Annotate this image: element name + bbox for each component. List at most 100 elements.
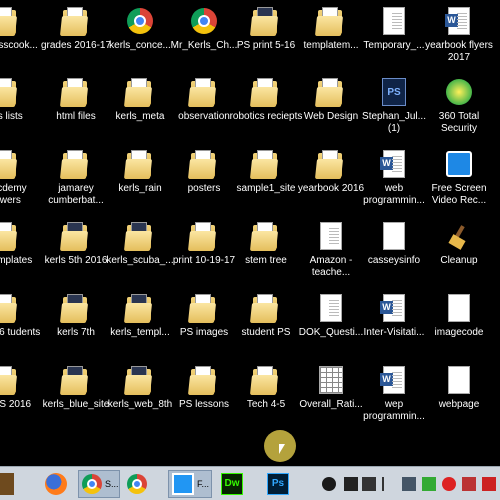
icon-label: all 2016 tudents bbox=[0, 327, 41, 338]
screen-recorder-icon bbox=[444, 149, 474, 179]
desktop-icon-stem-tree[interactable]: stem tree bbox=[229, 219, 303, 287]
word-document-icon: W bbox=[379, 149, 409, 179]
folder-icon bbox=[123, 77, 155, 107]
blank-document-icon bbox=[444, 365, 474, 395]
spreadsheet-icon bbox=[316, 365, 346, 395]
desktop-icon-wep-programming[interactable]: W wep programmin... bbox=[357, 363, 431, 431]
blank-document-icon bbox=[379, 221, 409, 251]
desktop-icon-kerls-conce[interactable]: kerls_conce... bbox=[103, 4, 177, 72]
folder-icon bbox=[187, 293, 219, 323]
icon-label: jamarey cumberbat... bbox=[48, 183, 104, 206]
desktop-icon-student-ps[interactable]: student PS bbox=[229, 291, 303, 359]
screen-capture-icon bbox=[172, 473, 194, 495]
desktop-icon-robotics-reciepts[interactable]: robotics reciepts bbox=[229, 75, 303, 143]
desktop-icon-ps-print[interactable]: PS print 5-16 bbox=[229, 4, 303, 72]
icon-label: web programmin... bbox=[363, 183, 425, 206]
desktop-icon-sample1-site[interactable]: sample1_site bbox=[229, 147, 303, 215]
desktop-icon-kerls-blue-site[interactable]: kerls_blue_site bbox=[39, 363, 113, 431]
photoshop-icon: Ps bbox=[267, 473, 289, 495]
icon-label: yearbook flyers 2017 bbox=[425, 40, 493, 63]
icon-label: stem tree bbox=[245, 255, 287, 266]
desktop: caseysscook... grades 2016-17 kerls_conc… bbox=[0, 0, 500, 466]
desktop-icon-fall-2016-students[interactable]: all 2016 tudents bbox=[0, 291, 42, 359]
desktop-icon-academy-answers[interactable]: e acdemy nswers bbox=[0, 147, 42, 215]
icon-label: kerls_blue_site bbox=[42, 399, 110, 410]
pause-icon[interactable] bbox=[344, 477, 358, 491]
desktop-icon-kerls-web-8th[interactable]: kerls_web_8th bbox=[103, 363, 177, 431]
desktop-icon-html-files[interactable]: html files bbox=[39, 75, 113, 143]
desktop-icon-inter-visitati[interactable]: W Inter-Visitati... bbox=[357, 291, 431, 359]
firefox-icon bbox=[45, 473, 67, 495]
taskbar-screen-capture-app[interactable]: F... bbox=[168, 470, 212, 498]
desktop-icon-tech-4-5[interactable]: Tech 4-5 bbox=[229, 363, 303, 431]
icon-label: ADES 2016 bbox=[0, 399, 32, 410]
desktop-icon-caseysscook[interactable]: caseysscook... bbox=[0, 4, 42, 72]
folder-icon bbox=[59, 77, 91, 107]
record-icon[interactable] bbox=[442, 477, 456, 491]
desktop-icon-kerls-meta[interactable]: kerls_meta bbox=[103, 75, 177, 143]
desktop-icon-temporary[interactable]: Temporary_... bbox=[357, 4, 431, 72]
desktop-icon-yearbook-flyers[interactable]: W yearbook flyers 2017 bbox=[422, 4, 496, 72]
folder-icon bbox=[59, 293, 91, 323]
folder-icon bbox=[0, 77, 20, 107]
mouse-pointer-icon bbox=[279, 444, 285, 454]
flag-icon[interactable] bbox=[382, 477, 396, 491]
photoshop-file-icon: PS bbox=[379, 77, 409, 107]
blank-document-icon bbox=[444, 293, 474, 323]
taskbar-folder-app[interactable] bbox=[0, 470, 18, 498]
taskbar-dreamweaver-app[interactable]: Dw bbox=[218, 470, 252, 498]
folder-icon bbox=[123, 293, 155, 323]
desktop-icon-dw-templates[interactable]: DW mplates bbox=[0, 219, 42, 287]
desktop-icon-casseysinfo[interactable]: casseysinfo bbox=[357, 219, 431, 287]
broom-icon bbox=[444, 221, 474, 251]
icon-label: imagecode bbox=[434, 327, 484, 338]
desktop-icon-kerls-7th[interactable]: kerls 7th bbox=[39, 291, 113, 359]
desktop-icon-kerls-rain[interactable]: kerls_rain bbox=[103, 147, 177, 215]
desktop-icon-360-total-security[interactable]: 360 Total Security bbox=[422, 75, 496, 143]
chrome-icon bbox=[127, 474, 147, 494]
icon-label: kerls_conce... bbox=[109, 40, 171, 51]
folder-icon bbox=[59, 221, 91, 251]
desktop-icon-grades-2016[interactable]: ADES 2016 bbox=[0, 363, 42, 431]
desktop-icon-class-lists[interactable]: ass lists bbox=[0, 75, 42, 143]
antivirus-icon[interactable] bbox=[422, 477, 436, 491]
icon-label: html files bbox=[56, 111, 96, 122]
shield-tray-icon[interactable] bbox=[482, 477, 496, 491]
icon-label: kerls 7th bbox=[57, 327, 95, 338]
taskbar-firefox-app[interactable] bbox=[42, 470, 72, 498]
desktop-icon-kerls-templ[interactable]: kerls_templ... bbox=[103, 291, 177, 359]
icon-label: grades 2016-17 bbox=[40, 40, 112, 51]
folder-icon bbox=[0, 365, 20, 395]
desktop-icon-imagecode[interactable]: imagecode bbox=[422, 291, 496, 359]
taskbar-chrome-app-1[interactable]: S... bbox=[78, 470, 120, 498]
icon-label: Free Screen Video Rec... bbox=[431, 183, 487, 206]
icon-label: caseysscook... bbox=[0, 40, 38, 51]
desktop-icon-webpage[interactable]: webpage bbox=[422, 363, 496, 431]
taskbar-app-label: S... bbox=[105, 479, 119, 489]
taskbar-chrome-app-2[interactable] bbox=[124, 470, 164, 498]
taskbar-photoshop-app[interactable]: Ps bbox=[264, 470, 298, 498]
icon-label: Stephan_Jul... (1) bbox=[362, 111, 426, 134]
network-icon[interactable] bbox=[402, 477, 416, 491]
icon-label: DW mplates bbox=[0, 255, 33, 266]
stop-icon[interactable] bbox=[362, 477, 376, 491]
desktop-icon-stephan-jul[interactable]: PS Stephan_Jul... (1) bbox=[357, 75, 431, 143]
icon-label: PS print 5-16 bbox=[236, 40, 296, 51]
chrome-icon bbox=[125, 6, 155, 36]
folder-icon bbox=[314, 6, 346, 36]
taskbar: S... F... Dw Ps bbox=[0, 466, 500, 500]
document-icon bbox=[379, 6, 409, 36]
icon-label: kerls_scuba_... bbox=[106, 255, 174, 266]
icon-label: e acdemy nswers bbox=[0, 183, 27, 206]
desktop-icon-free-screen-video[interactable]: Free Screen Video Rec... bbox=[422, 147, 496, 215]
desktop-icon-kerls-scuba[interactable]: kerls_scuba_... bbox=[103, 219, 177, 287]
desktop-icon-jamarey[interactable]: jamarey cumberbat... bbox=[39, 147, 113, 215]
record-stop-icon[interactable] bbox=[322, 477, 336, 491]
folder-icon bbox=[249, 365, 281, 395]
desktop-icon-web-programming[interactable]: W web programmin... bbox=[357, 147, 431, 215]
desktop-icon-kerls-5th[interactable]: kerls 5th 2016 bbox=[39, 219, 113, 287]
icon-label: robotics reciepts bbox=[229, 111, 303, 122]
desktop-icon-cleanup[interactable]: Cleanup bbox=[422, 219, 496, 287]
bandicam-icon[interactable] bbox=[462, 477, 476, 491]
desktop-icon-grades[interactable]: grades 2016-17 bbox=[39, 4, 113, 72]
